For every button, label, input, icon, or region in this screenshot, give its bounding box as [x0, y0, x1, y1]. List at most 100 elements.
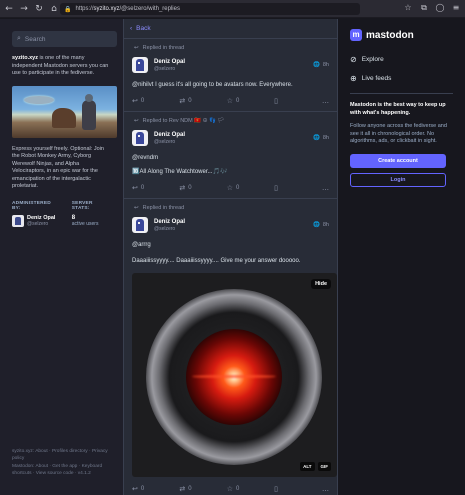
reply-button[interactable]: ↩ 0 [132, 184, 179, 192]
menu-icon[interactable]: ≡ [451, 3, 461, 13]
more-options-icon[interactable]: … [322, 184, 329, 192]
mastodon-logo[interactable]: m mastodon [350, 29, 453, 41]
admin-account[interactable]: Deniz Opal @selzero [12, 214, 60, 227]
server-meta: ADMINISTERED BY: Deniz Opal @selzero SER… [12, 201, 111, 227]
mention-link[interactable]: @arrrg [132, 241, 329, 249]
admin-name: Deniz Opal [27, 214, 56, 221]
explore-label: Explore [361, 56, 384, 63]
administered-by-label: ADMINISTERED BY: [12, 200, 51, 211]
post-content: @nihilvt I guess it's all going to be av… [132, 82, 293, 88]
boost-count: 0 [188, 185, 192, 191]
search-icon: ⌕ [17, 35, 21, 42]
mastodon-icon: m [350, 29, 362, 41]
status-post[interactable]: ↩ Replied in thread Deniz Opal @selzero … [124, 199, 337, 495]
server-name: syzito.xyz [12, 55, 38, 61]
avatar[interactable] [132, 217, 148, 233]
media-gif[interactable]: Hide ALT GIF [132, 273, 337, 477]
boost-count: 0 [188, 486, 192, 492]
post-actions: ↩ 0 ⇄ 0 ☆ 0 ▯ … [132, 485, 329, 493]
right-nav: ⊘ Explore ⊕ Live feeds [350, 55, 453, 83]
globe-icon: ⊕ [350, 74, 357, 83]
reply-count: 0 [140, 486, 145, 492]
post-time[interactable]: 🌐 8h [313, 222, 329, 228]
favourite-count: 0 [236, 185, 240, 191]
reply-button[interactable]: ↩ 0 [132, 97, 179, 105]
star-icon[interactable]: ☆ [403, 3, 413, 13]
post-content: @revndm 🔟All Along The Watchtower...🎵🎶 [132, 154, 329, 176]
lock-icon: 🔒 [64, 6, 72, 13]
right-sidebar: m mastodon ⊘ Explore ⊕ Live feeds Mastod… [338, 19, 465, 495]
forward-arrow-icon[interactable]: → [18, 3, 30, 15]
post-timestamp: 8h [322, 222, 329, 228]
reply-button[interactable]: ↩ 0 [132, 485, 179, 493]
hide-media-button[interactable]: Hide [311, 279, 331, 289]
address-bar[interactable]: 🔒 https://syzito.xyz/@selzero/with_repli… [60, 3, 360, 15]
more-options-icon[interactable]: … [322, 97, 329, 105]
reload-icon[interactable]: ↻ [33, 3, 45, 15]
bookmark-icon[interactable]: ▯ [274, 485, 312, 493]
mention-link[interactable]: @revndm [132, 154, 329, 162]
home-icon[interactable]: ⌂ [48, 3, 60, 15]
login-button[interactable]: Login [350, 172, 446, 187]
back-button[interactable]: ‹ Back [124, 19, 337, 39]
footer-links[interactable]: syzito.xyz: About · Profiles directory ·… [12, 449, 117, 477]
favourite-count: 0 [236, 98, 240, 104]
server-about: syzito.xyz is one of the many independen… [12, 55, 111, 78]
reply-icon: ↩ [134, 205, 139, 211]
boost-count: 0 [188, 98, 192, 104]
star-icon: ☆ [226, 184, 234, 192]
display-name[interactable]: Deniz Opal [154, 59, 185, 65]
favourite-button[interactable]: ☆ 0 [227, 97, 274, 105]
favourite-count: 0 [236, 486, 240, 492]
display-name[interactable]: Deniz Opal [154, 132, 185, 138]
browser-toolbar: ← → ↻ ⌂ 🔒 https://syzito.xyz/@selzero/wi… [0, 0, 465, 18]
post-time[interactable]: 🌐 8h [313, 135, 329, 141]
post-prepend: ↩ Replied in thread [134, 45, 329, 51]
avatar[interactable] [132, 130, 148, 146]
search-input[interactable]: ⌕ Search [12, 31, 117, 47]
globe-icon: 🌐 [313, 62, 320, 68]
server-description: Express yourself freely. Optional: Join … [12, 145, 104, 190]
divider [350, 93, 453, 94]
post-time[interactable]: 🌐 8h [313, 62, 329, 68]
nav-explore[interactable]: ⊘ Explore [350, 55, 453, 64]
display-name[interactable]: Deniz Opal [154, 219, 185, 225]
status-post[interactable]: ↩ Replied to Rev NDM 🇲🇪 ☮ 👣 🏳 Deniz Opal… [124, 112, 337, 199]
back-arrow-icon[interactable]: ← [3, 3, 15, 15]
boost-icon: ⇄ [179, 97, 186, 105]
account-handle: @selzero [154, 225, 176, 232]
post-timestamp: 8h [322, 135, 329, 141]
back-label: Back [136, 25, 151, 32]
url-path: /@selzero/with_replies [119, 6, 180, 12]
avatar[interactable] [132, 57, 148, 73]
favourite-button[interactable]: ☆ 0 [227, 184, 274, 192]
create-account-button[interactable]: Create account [350, 153, 446, 168]
url-host: syzito.xyz [93, 6, 120, 12]
reply-icon: ↩ [132, 184, 138, 192]
post-content: @arrrg Daaaiiissyyyy.... Daaaiiissyyyy..… [132, 241, 329, 265]
signup-pitch-text: Follow anyone across the fediverse and s… [350, 123, 447, 144]
boost-button[interactable]: ⇄ 0 [179, 184, 226, 192]
post-prepend: ↩ Replied to Rev NDM 🇲🇪 ☮ 👣 🏳 [134, 118, 329, 124]
boost-button[interactable]: ⇄ 0 [179, 485, 226, 493]
boost-button[interactable]: ⇄ 0 [179, 97, 226, 105]
extensions-icon[interactable]: ⧉ [419, 3, 429, 13]
bookmark-icon[interactable]: ▯ [274, 184, 312, 192]
account-icon[interactable]: ◯ [435, 3, 445, 13]
reply-icon: ↩ [132, 97, 138, 105]
reply-icon: ↩ [132, 485, 138, 493]
more-options-icon[interactable]: … [322, 485, 329, 493]
alt-badge[interactable]: ALT [300, 462, 315, 471]
nav-live-feeds[interactable]: ⊕ Live feeds [350, 74, 453, 83]
favourite-button[interactable]: ☆ 0 [227, 485, 274, 493]
gif-badge: GIF [317, 462, 331, 471]
prepend-text: Replied in thread [142, 205, 185, 211]
bookmark-icon[interactable]: ▯ [274, 97, 312, 105]
status-post[interactable]: ↩ Replied in thread Deniz Opal @selzero … [124, 39, 337, 112]
boost-icon: ⇄ [179, 485, 186, 493]
footer-server-links[interactable]: syzito.xyz: About · Profiles directory ·… [12, 449, 117, 462]
prepend-text: Replied in thread [142, 45, 185, 51]
boost-icon: ⇄ [179, 184, 186, 192]
footer-mastodon-links[interactable]: Mastodon: About · Get the app · Keyboard… [12, 464, 117, 477]
signup-pitch: Mastodon is the best way to keep up with… [350, 102, 453, 117]
